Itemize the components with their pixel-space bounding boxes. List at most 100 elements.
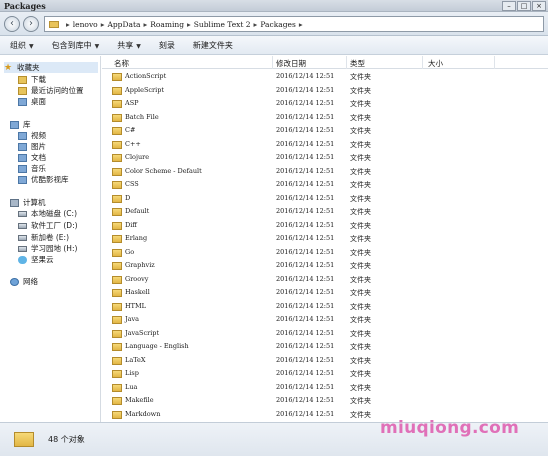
file-row[interactable]: Diff 2016/12/14 12:51 文件夹 [102, 219, 548, 232]
folder-icon [112, 73, 122, 81]
file-row[interactable]: Batch File 2016/12/14 12:51 文件夹 [102, 111, 548, 124]
desktop-icon [18, 97, 27, 106]
column-header-date[interactable]: 修改日期 [276, 58, 306, 69]
nav-desktop[interactable]: 桌面 [18, 96, 46, 107]
column-divider[interactable] [494, 56, 495, 69]
nav-favorites[interactable]: ★ 收藏夹 [4, 62, 98, 73]
chevron-down-icon: ▼ [29, 42, 34, 50]
nav-label: 优酷影视库 [31, 175, 69, 184]
file-type: 文件夹 [350, 316, 371, 324]
burn-button[interactable]: 刻录 [159, 40, 175, 51]
folder-icon [112, 289, 122, 297]
nav-label: 收藏夹 [17, 63, 40, 72]
breadcrumb-sublime-text-2[interactable]: Sublime Text 2 [194, 20, 251, 29]
nav-computer[interactable]: 计算机 [10, 197, 46, 208]
folder-icon [112, 167, 122, 176]
organize-button[interactable]: 组织 ▼ [10, 40, 34, 51]
file-row[interactable]: Erlang 2016/12/14 12:51 文件夹 [102, 232, 548, 245]
file-row[interactable]: Lua 2016/12/14 12:51 文件夹 [102, 381, 548, 394]
file-date: 2016/12/14 12:51 [276, 207, 335, 215]
nav-music[interactable]: 音乐 [18, 163, 46, 174]
file-date: 2016/12/14 12:51 [276, 85, 335, 94]
nav-youku[interactable]: 优酷影视库 [18, 174, 69, 185]
include-library-button[interactable]: 包含到库中 ▼ [52, 40, 100, 51]
file-row[interactable]: ASP 2016/12/14 12:51 文件夹 [102, 97, 548, 110]
folder-icon [112, 262, 122, 270]
drive-icon [18, 210, 27, 217]
file-row[interactable]: HTML 2016/12/14 12:51 文件夹 [102, 300, 548, 313]
column-divider[interactable] [272, 56, 273, 69]
column-header-row: 名称 修改日期 类型 大小 [102, 56, 548, 69]
chevron-down-icon: ▼ [136, 42, 141, 50]
maximize-button[interactable]: □ [517, 1, 531, 11]
minimize-button[interactable]: – [502, 1, 516, 11]
breadcrumb-appdata[interactable]: AppData [107, 20, 140, 29]
nav-network[interactable]: 网络 [10, 276, 38, 287]
file-row[interactable]: C++ 2016/12/14 12:51 文件夹 [102, 138, 548, 151]
file-name: Erlang [125, 234, 148, 242]
file-date: 2016/12/14 12:51 [276, 342, 335, 350]
back-button[interactable]: ‹ [4, 16, 20, 32]
nav-libraries[interactable]: 库 [10, 119, 31, 130]
file-row[interactable]: Lisp 2016/12/14 12:51 文件夹 [102, 367, 548, 380]
nav-recent[interactable]: 最近访问的位置 [18, 85, 84, 96]
nav-label: 网络 [23, 277, 38, 286]
address-bar[interactable]: ▸ lenovo ▸ AppData ▸ Roaming ▸ Sublime T… [44, 16, 544, 32]
file-row[interactable]: Haskell 2016/12/14 12:51 文件夹 [102, 286, 548, 299]
column-header-size[interactable]: 大小 [428, 58, 443, 69]
breadcrumb-packages[interactable]: Packages [260, 20, 296, 29]
nav-cloud[interactable]: 坚果云 [18, 254, 54, 265]
file-row[interactable]: AppleScript 2016/12/14 12:51 文件夹 [102, 84, 548, 97]
nav-label: 视频 [31, 131, 46, 140]
file-type: 文件夹 [350, 329, 371, 338]
file-row[interactable]: Groovy 2016/12/14 12:51 文件夹 [102, 273, 548, 286]
file-row[interactable]: JavaScript 2016/12/14 12:51 文件夹 [102, 327, 548, 340]
column-header-type[interactable]: 类型 [350, 58, 365, 69]
file-date: 2016/12/14 12:51 [276, 409, 335, 418]
file-type: 文件夹 [350, 73, 371, 81]
new-folder-button[interactable]: 新建文件夹 [193, 40, 233, 51]
file-row[interactable]: Default 2016/12/14 12:51 文件夹 [102, 205, 548, 218]
file-type: 文件夹 [350, 221, 371, 230]
folder-icon [112, 100, 122, 108]
breadcrumb-roaming[interactable]: Roaming [150, 20, 184, 29]
file-date: 2016/12/14 12:51 [276, 301, 335, 310]
file-row[interactable]: CSS 2016/12/14 12:51 文件夹 [102, 178, 548, 191]
file-row[interactable]: Go 2016/12/14 12:51 文件夹 [102, 246, 548, 259]
file-row[interactable]: Color Scheme - Default 2016/12/14 12:51 文件… [102, 165, 548, 178]
nav-label: 学习园地 (H:) [31, 244, 78, 253]
nav-pictures[interactable]: 图片 [18, 141, 46, 152]
column-divider[interactable] [422, 56, 423, 69]
nav-label: 软件工厂 (D:) [31, 221, 78, 230]
file-row[interactable]: Language - English 2016/12/14 12:51 文件夹 [102, 340, 548, 353]
file-row[interactable]: LaTeX 2016/12/14 12:51 文件夹 [102, 354, 548, 367]
file-row[interactable]: ActionScript 2016/12/14 12:51 文件夹 [102, 70, 548, 83]
file-name: JavaScript [125, 328, 160, 337]
file-type: 文件夹 [350, 100, 371, 108]
file-type: 文件夹 [350, 289, 371, 297]
share-button[interactable]: 共享 ▼ [117, 40, 141, 51]
nav-drive-d[interactable]: 软件工厂 (D:) [18, 220, 78, 231]
file-row[interactable]: Graphviz 2016/12/14 12:51 文件夹 [102, 259, 548, 272]
nav-drive-c[interactable]: 本地磁盘 (C:) [18, 208, 77, 219]
nav-documents[interactable]: 文档 [18, 152, 46, 163]
nav-videos[interactable]: 视频 [18, 130, 46, 141]
nav-drive-h[interactable]: 学习园地 (H:) [18, 243, 77, 254]
file-row[interactable]: Makefile 2016/12/14 12:51 文件夹 [102, 394, 548, 407]
close-button[interactable]: × [532, 1, 546, 11]
file-name: Color Scheme - Default [125, 166, 202, 175]
file-name: C# [125, 126, 136, 134]
breadcrumb-lenovo[interactable]: lenovo [73, 20, 98, 29]
column-header-name[interactable]: 名称 [114, 58, 129, 69]
file-row[interactable]: Java 2016/12/14 12:51 文件夹 [102, 313, 548, 326]
file-date: 2016/12/14 12:51 [276, 382, 335, 391]
column-divider[interactable] [346, 56, 347, 69]
nav-drive-e[interactable]: 新加卷 (E:) [18, 232, 69, 243]
nav-label: 桌面 [31, 97, 46, 106]
file-row[interactable]: D 2016/12/14 12:51 文件夹 [102, 192, 548, 205]
nav-downloads[interactable]: 下载 [18, 74, 46, 85]
file-row[interactable]: C# 2016/12/14 12:51 文件夹 [102, 124, 548, 137]
video-icon [18, 131, 27, 140]
file-row[interactable]: Clojure 2016/12/14 12:51 文件夹 [102, 151, 548, 164]
forward-button[interactable]: › [23, 16, 39, 32]
